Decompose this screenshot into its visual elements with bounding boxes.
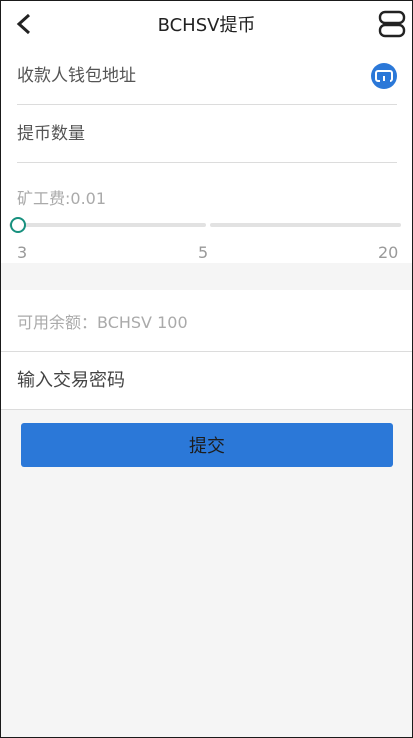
password-input[interactable] — [17, 370, 397, 391]
password-row — [17, 352, 397, 409]
scan-button[interactable] — [371, 63, 397, 89]
slider-max-label: 20 — [378, 243, 399, 262]
amount-row — [17, 105, 397, 163]
fee-slider[interactable] — [9, 215, 401, 235]
page-title: BCHSV提币 — [157, 15, 256, 36]
chevron-left-icon — [16, 13, 31, 35]
menu-icon — [378, 10, 406, 38]
available-balance: 可用余额：BCHSV 100 — [17, 312, 188, 332]
slider-track-right — [210, 223, 401, 227]
address-input[interactable] — [17, 65, 397, 86]
amount-input[interactable] — [17, 123, 397, 144]
scan-icon — [375, 70, 393, 82]
slider-mid-label: 5 — [198, 243, 209, 262]
slider-thumb[interactable] — [10, 217, 26, 233]
withdraw-form: 矿工费:0.01 3 5 20 — [1, 47, 412, 263]
divider — [1, 409, 412, 410]
back-button[interactable] — [9, 9, 39, 39]
fee-label: 矿工费:0.01 — [17, 189, 107, 208]
slider-min-label: 3 — [17, 243, 28, 262]
confirm-panel: 可用余额：BCHSV 100 — [1, 290, 412, 409]
submit-button[interactable]: 提交 — [21, 423, 393, 467]
address-row — [17, 47, 397, 105]
top-bar: BCHSV提币 — [1, 1, 412, 47]
slider-track-left — [9, 223, 206, 227]
menu-button[interactable] — [378, 10, 406, 38]
